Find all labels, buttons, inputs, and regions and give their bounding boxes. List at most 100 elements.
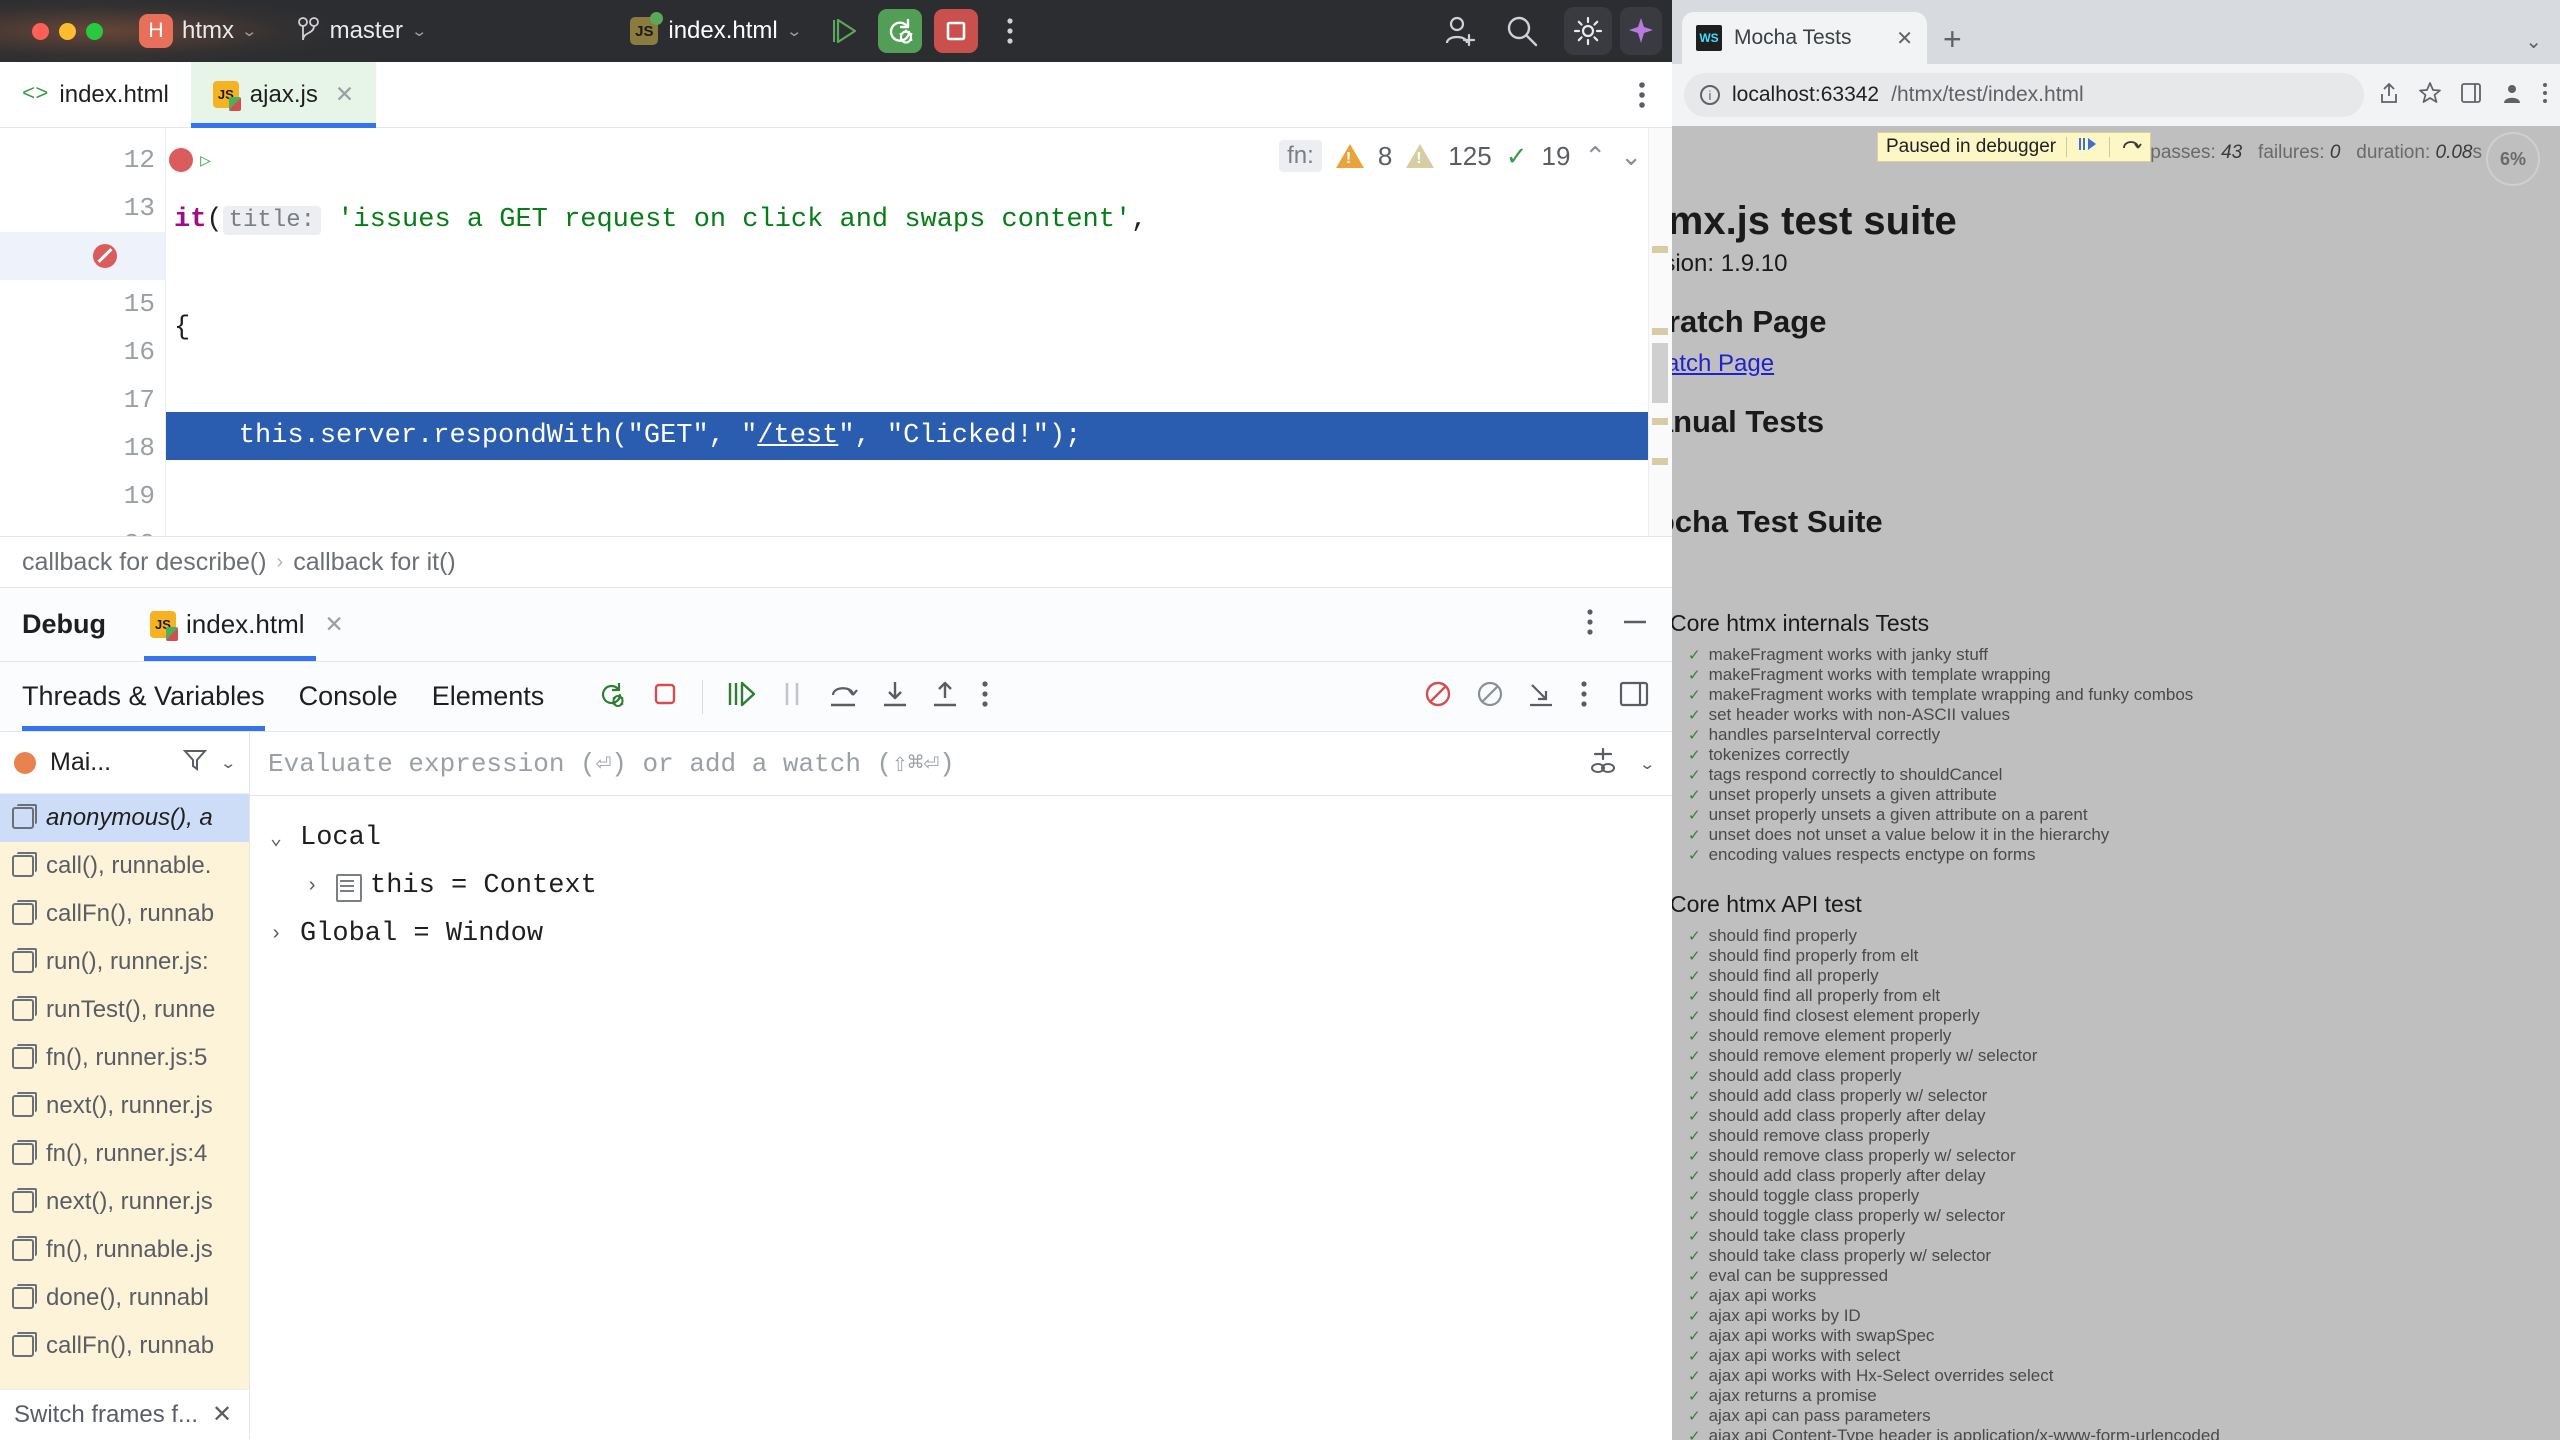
add-watch-icon[interactable] [1585, 746, 1619, 781]
test-item[interactable]: ✓ should add class properly after delay [1688, 1106, 2530, 1126]
side-panel-icon[interactable] [2460, 82, 2482, 109]
project-widget[interactable]: H htmx ⌄ [131, 10, 264, 52]
frame-row[interactable]: fn(), runnable.js [0, 1226, 249, 1274]
resume-script-icon[interactable] [2077, 136, 2099, 158]
test-item[interactable]: ✓ ajax api Content-Type header is applica… [1688, 1426, 2530, 1440]
test-item[interactable]: ✓ should find closest element properly [1688, 1006, 2530, 1026]
stripe-marker[interactable] [1652, 328, 1668, 335]
editor-gutter[interactable]: 12 ▷ 13 14 15 16 [0, 128, 211, 536]
stripe-marker[interactable] [1652, 458, 1668, 465]
frame-row[interactable]: run(), runner.js: [0, 938, 249, 986]
more-vertical-icon[interactable] [981, 680, 989, 713]
test-item[interactable]: ✓ should find properly [1688, 926, 2530, 946]
debug-session-tab[interactable]: JS index.html ✕ [144, 588, 350, 661]
minimize-window-button[interactable] [59, 22, 76, 40]
frame-row[interactable]: callFn(), runnab [0, 1322, 249, 1370]
close-session-icon[interactable]: ✕ [325, 611, 344, 638]
filter-icon[interactable] [182, 747, 208, 778]
more-vertical-icon[interactable] [990, 11, 1030, 51]
test-item[interactable]: ✓ should toggle class properly w/ selecto… [1688, 1206, 2530, 1226]
ai-assistant-icon[interactable] [1619, 7, 1662, 55]
inspection-widget[interactable]: fn: 8 125 ✓ 19 ⌃ ⌄ [1269, 140, 1642, 172]
test-item[interactable]: ✓ should find properly from elt [1688, 946, 2530, 966]
variable-group-local[interactable]: ⌄ Local [270, 814, 1652, 862]
chevron-down-icon[interactable]: ⌄ [1639, 755, 1656, 773]
step-over-script-icon[interactable] [2120, 136, 2142, 158]
run-button[interactable] [826, 11, 866, 51]
mute-breakpoints-icon[interactable] [1422, 678, 1454, 715]
variable-global[interactable]: › Global = Window [270, 910, 1652, 958]
resume-program-icon[interactable] [725, 679, 757, 714]
new-tab-button[interactable]: + [1943, 21, 1962, 64]
test-item[interactable]: ✓ handles parseInterval correctly [1688, 725, 2530, 745]
test-item[interactable]: ✓ unset does not unset a value below it i… [1688, 825, 2530, 845]
test-item[interactable]: ✓ should find all properly from elt [1688, 986, 2530, 1006]
add-user-icon[interactable] [1440, 11, 1480, 51]
test-item[interactable]: ✓ should toggle class properly [1688, 1186, 2530, 1206]
browser-tab[interactable]: WS Mocha Tests ✕ [1682, 12, 1927, 64]
test-item[interactable]: ✓ ajax api works with Hx-Select overrides… [1688, 1366, 2530, 1386]
editor-error-stripe[interactable] [1648, 128, 1672, 536]
editor-code-text[interactable]: it(fn:title: 'issues a GET request on cl… [165, 128, 1672, 536]
test-item[interactable]: ✓ encoding values respects enctype on for… [1688, 845, 2530, 865]
test-item[interactable]: ✓ makeFragment works with template wrappi… [1688, 665, 2530, 685]
test-item[interactable]: ✓ unset properly unsets a given attribute… [1688, 805, 2530, 825]
step-into-icon[interactable] [881, 679, 909, 714]
step-out-icon[interactable] [931, 679, 959, 714]
breadcrumb[interactable]: callback for describe() › callback for i… [0, 536, 1672, 588]
browser-menu-icon[interactable] [2542, 82, 2548, 109]
stripe-marker[interactable] [1652, 418, 1668, 425]
test-item[interactable]: ✓ should add class properly after delay [1688, 1166, 2530, 1186]
search-icon[interactable] [1502, 11, 1542, 51]
test-item[interactable]: ✓ ajax api can pass parameters [1688, 1406, 2530, 1426]
tab-elements[interactable]: Elements [432, 662, 545, 731]
frame-row[interactable]: next(), runner.js [0, 1178, 249, 1226]
close-tab-icon[interactable]: ✕ [1896, 26, 1913, 51]
test-item[interactable]: ✓ makeFragment works with template wrappi… [1688, 685, 2530, 705]
frame-row[interactable]: call(), runnable. [0, 842, 249, 890]
window-traffic-lights[interactable] [32, 22, 103, 40]
editor-tab-index-html[interactable]: <> index.html [0, 62, 191, 127]
frames-list[interactable]: anonymous(), a call(), runnable. callFn(… [0, 794, 249, 1389]
gutter-line[interactable]: 19 [0, 472, 165, 520]
site-info-icon[interactable]: i [1700, 85, 1720, 105]
bookmark-star-icon[interactable] [2418, 81, 2442, 110]
scratch-page-link[interactable]: Scratch Page [1672, 350, 2530, 378]
frame-row[interactable]: anonymous(), a [0, 794, 249, 842]
test-item[interactable]: ✓ tags respond correctly to shouldCancel [1688, 765, 2530, 785]
test-item[interactable]: ✓ ajax returns a promise [1688, 1386, 2530, 1406]
test-item[interactable]: ✓ should remove element properly w/ selec… [1688, 1046, 2530, 1066]
tab-threads-variables[interactable]: Threads & Variables [22, 662, 265, 731]
tab-search-icon[interactable]: ⌄ [2525, 29, 2560, 64]
url-input[interactable]: i localhost:63342/htmx/test/index.html [1684, 73, 2364, 117]
more-vertical-icon[interactable] [1580, 680, 1588, 713]
code-editor[interactable]: 12 ▷ 13 14 15 16 [0, 128, 1672, 536]
stop-button[interactable] [934, 9, 979, 53]
breakpoint-icon[interactable] [93, 244, 117, 268]
chevron-right-icon[interactable]: › [306, 875, 324, 898]
browser-viewport[interactable]: Paused in debugger passes: 43 failures: … [1672, 126, 2560, 1440]
breadcrumb-item[interactable]: callback for describe() [22, 548, 267, 577]
more-vertical-icon[interactable] [1586, 608, 1594, 641]
stripe-marker[interactable] [1652, 246, 1668, 253]
previous-problem-icon[interactable]: ⌃ [1584, 141, 1606, 172]
test-item[interactable]: ✓ eval can be suppressed [1688, 1266, 2530, 1286]
gutter-line[interactable]: 17 [0, 376, 165, 424]
test-item[interactable]: ✓ tokenizes correctly [1688, 745, 2530, 765]
test-item[interactable]: ✓ ajax api works by ID [1688, 1306, 2530, 1326]
vcs-branch-widget[interactable]: master ⌄ [297, 16, 428, 46]
breadcrumb-item[interactable]: callback for it() [293, 548, 456, 577]
test-item[interactable]: ✓ makeFragment works with janky stuff [1688, 645, 2530, 665]
evaluate-expression-bar[interactable]: Evaluate expression (⏎) or add a watch (… [250, 732, 1672, 796]
rerun-debug-button[interactable] [878, 9, 923, 53]
test-item[interactable]: ✓ should take class properly w/ selector [1688, 1246, 2530, 1266]
gutter-line[interactable]: 14 [0, 232, 165, 280]
editor-tab-ajax-js[interactable]: JS ajax.js ✕ [190, 62, 377, 128]
chevron-down-icon[interactable]: ⌄ [220, 754, 237, 772]
stop-icon[interactable] [650, 679, 680, 714]
test-item[interactable]: ✓ should add class properly w/ selector [1688, 1086, 2530, 1106]
tab-console[interactable]: Console [299, 662, 398, 731]
layout-settings-icon[interactable] [1618, 679, 1650, 714]
chevron-right-icon[interactable]: › [270, 923, 288, 946]
run-configuration-selector[interactable]: JS index.html ⌄ [630, 12, 803, 45]
